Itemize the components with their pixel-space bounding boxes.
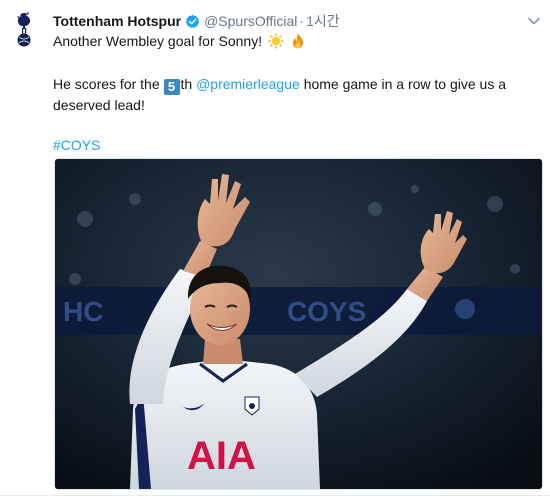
- hashtag-link-coys[interactable]: #COYS: [53, 137, 100, 153]
- tweet-line-1: Another Wembley goal for Sonny!: [53, 31, 542, 54]
- keycap-five-emoji-icon: 5: [163, 79, 180, 95]
- tweet-content: Tottenham Hotspur @SpursOfficial · 1시간 A…: [53, 11, 542, 155]
- tweet-header: Tottenham Hotspur @SpursOfficial · 1시간: [53, 11, 542, 31]
- tweet-line-3: deserved lead!: [53, 97, 145, 113]
- hashtag-line: #COYS: [53, 135, 542, 155]
- tweet-line-2-prefix: He scores for the: [53, 76, 160, 92]
- stand-text-right: COYS: [287, 296, 366, 327]
- tweet-text: Another Wembley goal for Sonny! He score…: [53, 31, 542, 155]
- display-name[interactable]: Tottenham Hotspur: [53, 13, 181, 29]
- chevron-down-icon[interactable]: [528, 12, 540, 30]
- verified-badge-icon: [185, 14, 200, 29]
- user-handle[interactable]: @SpursOfficial: [204, 13, 297, 29]
- mention-link-premierleague[interactable]: @premierleague: [196, 76, 300, 92]
- ordinal-suffix: th: [180, 76, 193, 92]
- spurs-cockerel-icon[interactable]: [8, 10, 40, 50]
- stand-text-left: HC: [63, 296, 103, 327]
- tweet-line-2-suffix: home game in a row to give us a: [303, 76, 507, 92]
- shirt-sponsor: AIA: [187, 434, 256, 478]
- tweet-card[interactable]: Tottenham Hotspur @SpursOfficial · 1시간 A…: [0, 0, 550, 496]
- tweet-line-1-text: Another Wembley goal for Sonny!: [53, 33, 263, 49]
- fire-emoji-icon: [290, 33, 306, 54]
- sun-emoji-icon: [268, 33, 284, 54]
- tweet-timestamp[interactable]: 1시간: [306, 11, 340, 31]
- separator-dot: ·: [299, 13, 305, 29]
- tweet-photo[interactable]: HC COYS AIA: [54, 158, 543, 490]
- tweet-line-2: He scores for the 5th @premierleague hom…: [53, 74, 542, 95]
